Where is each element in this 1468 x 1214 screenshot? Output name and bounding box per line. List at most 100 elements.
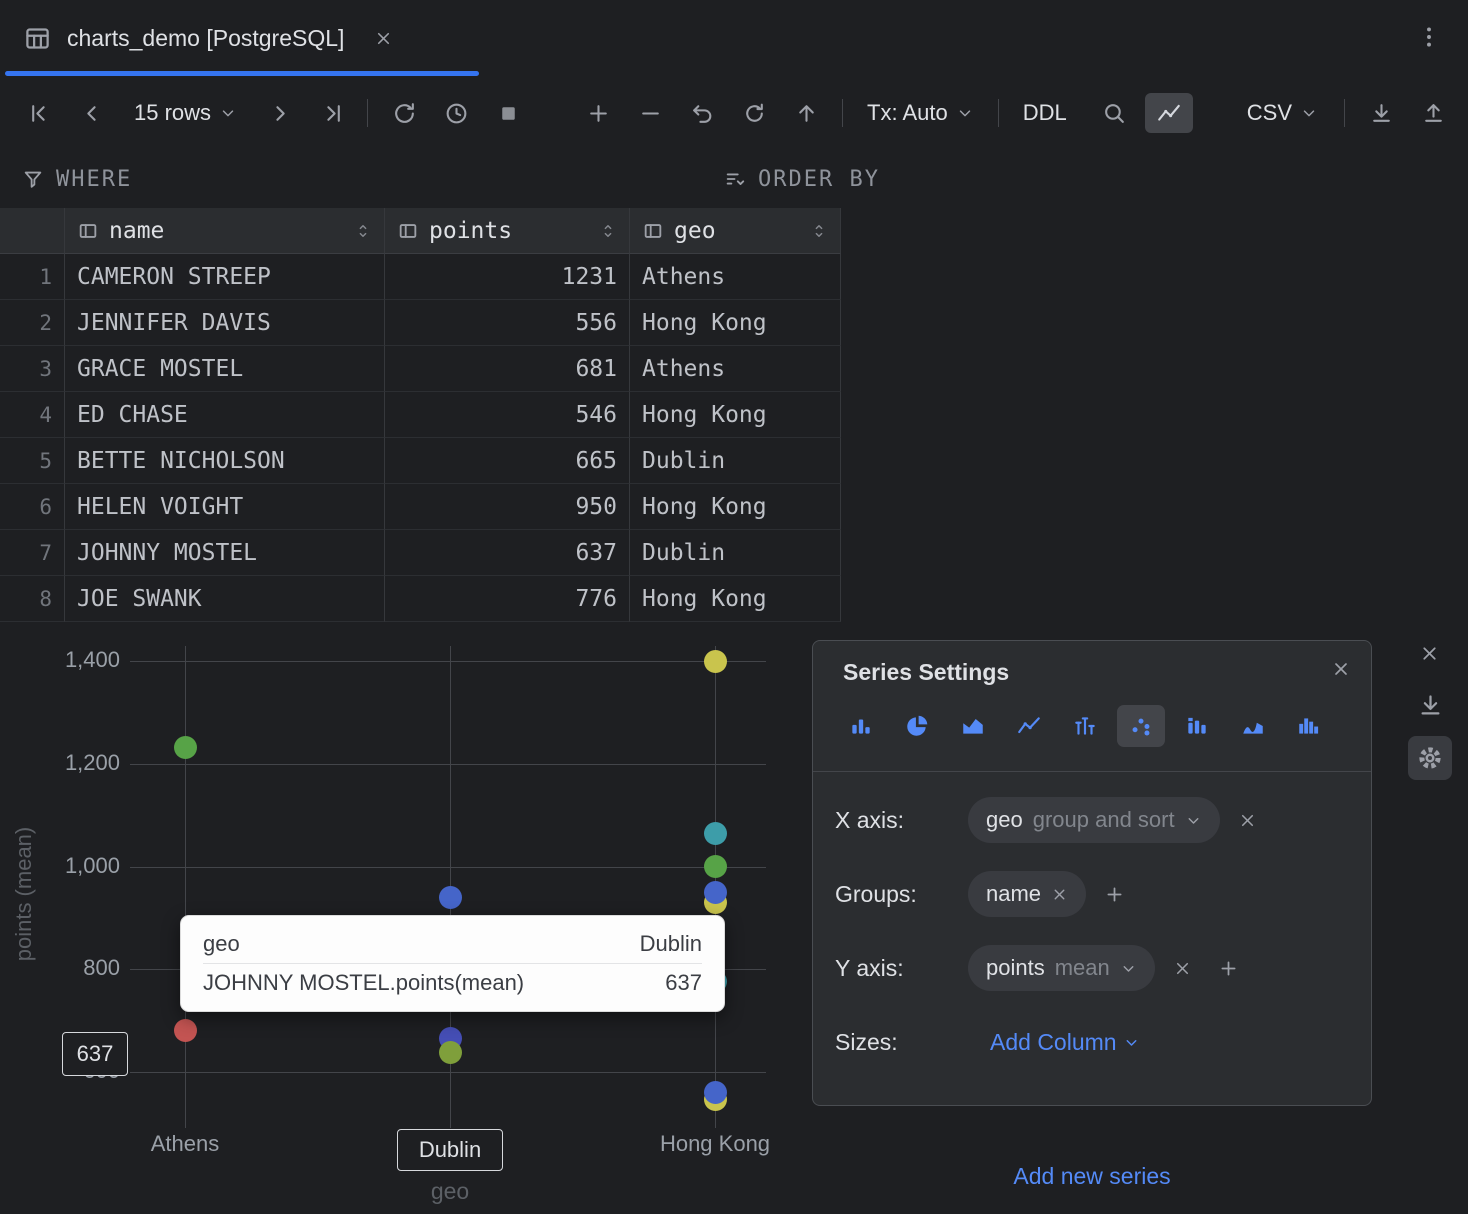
x-axis-field[interactable]: geo group and sort bbox=[968, 797, 1220, 843]
y-axis-remove-icon[interactable] bbox=[1173, 959, 1192, 978]
rerun-icon[interactable] bbox=[728, 91, 780, 135]
cell-points[interactable]: 950 bbox=[385, 484, 630, 530]
next-row-icon[interactable] bbox=[253, 91, 305, 135]
data-point[interactable] bbox=[174, 1019, 197, 1042]
table-row[interactable]: 4 ED CHASE 546 Hong Kong bbox=[0, 392, 841, 438]
data-point[interactable] bbox=[704, 855, 727, 878]
sort-arrows-icon[interactable] bbox=[599, 222, 617, 240]
line-chart-icon[interactable] bbox=[1005, 705, 1053, 747]
cell-geo[interactable]: Hong Kong bbox=[630, 484, 841, 530]
chart-download-icon[interactable] bbox=[1417, 692, 1444, 719]
data-point[interactable] bbox=[174, 736, 197, 759]
data-point[interactable] bbox=[704, 650, 727, 673]
cell-geo[interactable]: Athens bbox=[630, 346, 841, 392]
sort-arrows-icon[interactable] bbox=[810, 222, 828, 240]
reload-icon[interactable] bbox=[378, 91, 430, 135]
table-row[interactable]: 5 BETTE NICHOLSON 665 Dublin bbox=[0, 438, 841, 484]
cell-geo[interactable]: Athens bbox=[630, 254, 841, 300]
sort-arrows-icon[interactable] bbox=[354, 222, 372, 240]
table-row[interactable]: 1 CAMERON STREEP 1231 Athens bbox=[0, 254, 841, 300]
groups-remove-icon[interactable] bbox=[1051, 886, 1068, 903]
column-header-points[interactable]: points bbox=[385, 208, 630, 254]
cell-points[interactable]: 556 bbox=[385, 300, 630, 346]
export-download-icon[interactable] bbox=[1355, 91, 1407, 135]
cell-name[interactable]: GRACE MOSTEL bbox=[65, 346, 385, 392]
data-point[interactable] bbox=[439, 1041, 462, 1064]
cell-points[interactable]: 546 bbox=[385, 392, 630, 438]
area-spline-chart-icon[interactable] bbox=[1229, 705, 1277, 747]
panel-close-icon[interactable] bbox=[1331, 659, 1351, 679]
column-header-geo[interactable]: geo bbox=[630, 208, 841, 254]
sizes-row: Sizes: Add Column bbox=[835, 1019, 1349, 1065]
kebab-menu-icon[interactable] bbox=[1416, 24, 1442, 50]
x-tick-label: Athens bbox=[85, 1131, 285, 1161]
cell-points[interactable]: 776 bbox=[385, 576, 630, 622]
cell-points[interactable]: 681 bbox=[385, 346, 630, 392]
y-axis-add-icon[interactable] bbox=[1218, 958, 1239, 979]
range-bar-chart-icon[interactable] bbox=[1061, 705, 1109, 747]
tab-close-icon[interactable] bbox=[374, 29, 393, 48]
data-point[interactable] bbox=[704, 1081, 727, 1104]
cell-points[interactable]: 665 bbox=[385, 438, 630, 484]
tab-charts-demo[interactable]: charts_demo [PostgreSQL] bbox=[24, 0, 393, 76]
histogram-chart-icon[interactable] bbox=[1285, 705, 1333, 747]
search-icon[interactable] bbox=[1089, 91, 1141, 135]
data-point[interactable] bbox=[704, 822, 727, 845]
cell-name[interactable]: JOE SWANK bbox=[65, 576, 385, 622]
cell-name[interactable]: CAMERON STREEP bbox=[65, 254, 385, 300]
import-upload-icon[interactable] bbox=[1407, 91, 1459, 135]
csv-selector[interactable]: CSV bbox=[1239, 100, 1326, 126]
x-axis-remove-icon[interactable] bbox=[1238, 811, 1257, 830]
add-new-series-button[interactable]: Add new series bbox=[1013, 1163, 1170, 1190]
groups-field[interactable]: name bbox=[968, 871, 1086, 917]
undo-icon[interactable] bbox=[676, 91, 728, 135]
delete-row-icon[interactable] bbox=[624, 91, 676, 135]
x-axis-label: X axis: bbox=[835, 807, 968, 834]
chart-settings-gear-icon[interactable] bbox=[1408, 736, 1452, 780]
table-row[interactable]: 2 JENNIFER DAVIS 556 Hong Kong bbox=[0, 300, 841, 346]
data-point[interactable] bbox=[704, 881, 727, 904]
cell-geo[interactable]: Hong Kong bbox=[630, 576, 841, 622]
auto-refresh-clock-icon[interactable] bbox=[430, 91, 482, 135]
data-point[interactable] bbox=[439, 886, 462, 909]
table-row[interactable]: 6 HELEN VOIGHT 950 Hong Kong bbox=[0, 484, 841, 530]
cell-name[interactable]: JENNIFER DAVIS bbox=[65, 300, 385, 346]
add-row-icon[interactable] bbox=[572, 91, 624, 135]
where-filter[interactable]: WHERE bbox=[22, 150, 132, 208]
pie-chart-icon[interactable] bbox=[893, 705, 941, 747]
cell-name[interactable]: ED CHASE bbox=[65, 392, 385, 438]
stacked-bar-chart-icon[interactable] bbox=[1173, 705, 1221, 747]
chart-panel-close-icon[interactable] bbox=[1419, 643, 1440, 664]
table-row[interactable]: 3 GRACE MOSTEL 681 Athens bbox=[0, 346, 841, 392]
previous-row-icon[interactable] bbox=[66, 91, 118, 135]
column-header-name[interactable]: name bbox=[65, 208, 385, 254]
first-row-icon[interactable] bbox=[14, 91, 66, 135]
y-axis-field[interactable]: points mean bbox=[968, 945, 1155, 991]
table-row[interactable]: 8 JOE SWANK 776 Hong Kong bbox=[0, 576, 841, 622]
cell-name[interactable]: HELEN VOIGHT bbox=[65, 484, 385, 530]
cell-points[interactable]: 1231 bbox=[385, 254, 630, 300]
stop-icon[interactable] bbox=[482, 91, 534, 135]
rows-selector[interactable]: 15 rows bbox=[126, 100, 245, 126]
ddl-button[interactable]: DDL bbox=[1015, 100, 1075, 126]
groups-add-icon[interactable] bbox=[1104, 884, 1125, 905]
cell-geo[interactable]: Hong Kong bbox=[630, 300, 841, 346]
chart-icon[interactable] bbox=[1145, 93, 1193, 133]
cell-geo[interactable]: Dublin bbox=[630, 438, 841, 484]
column-icon bbox=[397, 220, 419, 242]
bar-chart-icon[interactable] bbox=[837, 705, 885, 747]
cell-geo[interactable]: Hong Kong bbox=[630, 392, 841, 438]
cell-name[interactable]: JOHNNY MOSTEL bbox=[65, 530, 385, 576]
panel-title: Series Settings bbox=[843, 659, 1009, 686]
table-row[interactable]: 7 JOHNNY MOSTEL 637 Dublin bbox=[0, 530, 841, 576]
cell-points[interactable]: 637 bbox=[385, 530, 630, 576]
submit-arrow-up-icon[interactable] bbox=[780, 91, 832, 135]
sizes-add-column-button[interactable]: Add Column bbox=[990, 1029, 1140, 1056]
last-row-icon[interactable] bbox=[305, 91, 357, 135]
tx-mode-selector[interactable]: Tx: Auto bbox=[859, 100, 982, 126]
area-chart-icon[interactable] bbox=[949, 705, 997, 747]
scatter-chart-icon[interactable] bbox=[1117, 705, 1165, 747]
order-by-filter[interactable]: ORDER BY bbox=[724, 150, 880, 208]
cell-geo[interactable]: Dublin bbox=[630, 530, 841, 576]
cell-name[interactable]: BETTE NICHOLSON bbox=[65, 438, 385, 484]
